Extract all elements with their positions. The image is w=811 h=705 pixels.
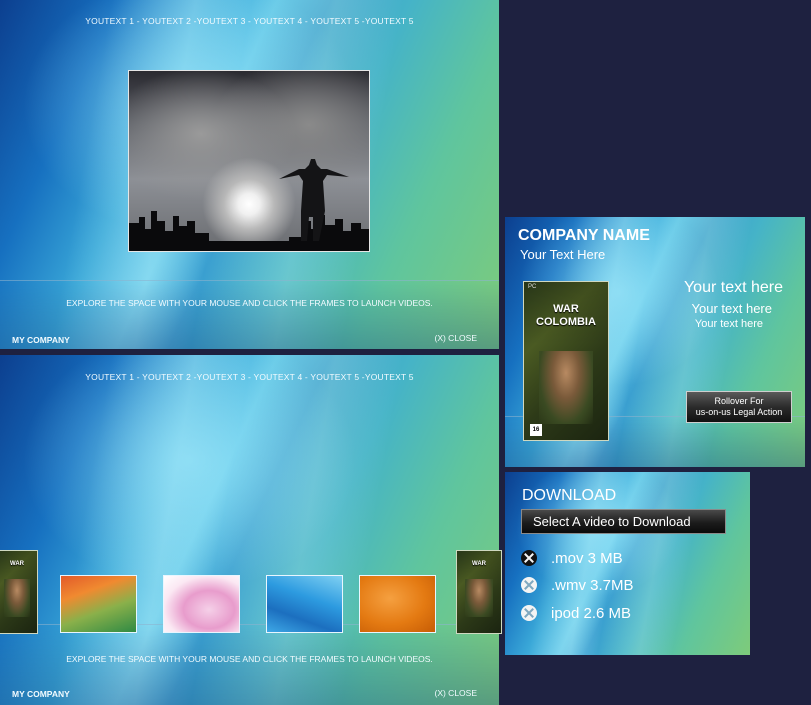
download-title: DOWNLOAD <box>522 487 617 504</box>
select-video-button[interactable]: Select A video to Download <box>521 509 726 534</box>
close-circle-icon <box>521 577 537 593</box>
video-thumbnail-3[interactable] <box>266 575 343 633</box>
company-card: COMPANY NAME Your Text Here Your text he… <box>505 217 805 467</box>
explore-instructions: EXPLORE THE SPACE WITH YOUR MOUSE AND CL… <box>66 654 433 664</box>
soldier-image <box>539 351 593 424</box>
company-link[interactable]: MY COMPANY <box>12 689 70 699</box>
close-circle-icon <box>521 550 537 566</box>
company-link[interactable]: MY COMPANY <box>12 335 70 345</box>
explore-instructions: EXPLORE THE SPACE WITH YOUR MOUSE AND CL… <box>66 298 433 308</box>
skyline-silhouette-image <box>129 159 369 251</box>
download-panel: DOWNLOAD Select A video to Download .mov… <box>505 472 750 655</box>
top-nav[interactable]: YOUTEXT 1 - YOUTEXT 2 -YOUTEXT 3 - YOUTE… <box>0 16 499 26</box>
video-frame[interactable] <box>128 70 370 252</box>
close-circle-icon <box>521 605 537 621</box>
reflection-floor <box>0 280 499 349</box>
video-gallery-panel: YOUTEXT 1 - YOUTEXT 2 -YOUTEXT 3 - YOUTE… <box>0 355 499 705</box>
game-title: WAR COLOMBIA <box>536 303 596 328</box>
game-box-thumb-right[interactable]: WAR <box>456 550 502 634</box>
age-rating-badge: 16 <box>530 424 542 436</box>
top-nav[interactable]: YOUTEXT 1 - YOUTEXT 2 -YOUTEXT 3 - YOUTE… <box>0 372 499 382</box>
company-subtitle: Your Text Here <box>520 247 606 262</box>
reflection-floor <box>0 624 499 705</box>
close-button[interactable]: (X) CLOSE <box>434 333 477 343</box>
text-line-1: Your text here <box>683 279 783 296</box>
video-thumbnail-2[interactable] <box>163 575 240 633</box>
download-option-ipod[interactable]: ipod 2.6 MB <box>521 602 631 624</box>
text-line-3: Your text here <box>694 318 763 330</box>
video-thumbnail-4[interactable] <box>359 575 436 633</box>
close-button[interactable]: (X) CLOSE <box>434 688 477 698</box>
text-line-2: Your text here <box>691 301 772 316</box>
video-thumbnail-1[interactable] <box>60 575 137 633</box>
game-box-thumb-left[interactable]: WAR <box>0 550 38 634</box>
platform-label: PC <box>528 284 537 290</box>
download-option-wmv[interactable]: .wmv 3.7MB <box>521 574 634 596</box>
download-option-mov[interactable]: .mov 3 MB <box>521 547 623 569</box>
rollover-button[interactable]: Rollover For us-on-us Legal Action <box>686 391 792 423</box>
game-box-art: PC WAR COLOMBIA 16 <box>523 281 609 441</box>
company-name: COMPANY NAME <box>518 227 650 244</box>
video-player-panel: YOUTEXT 1 - YOUTEXT 2 -YOUTEXT 3 - YOUTE… <box>0 0 499 349</box>
